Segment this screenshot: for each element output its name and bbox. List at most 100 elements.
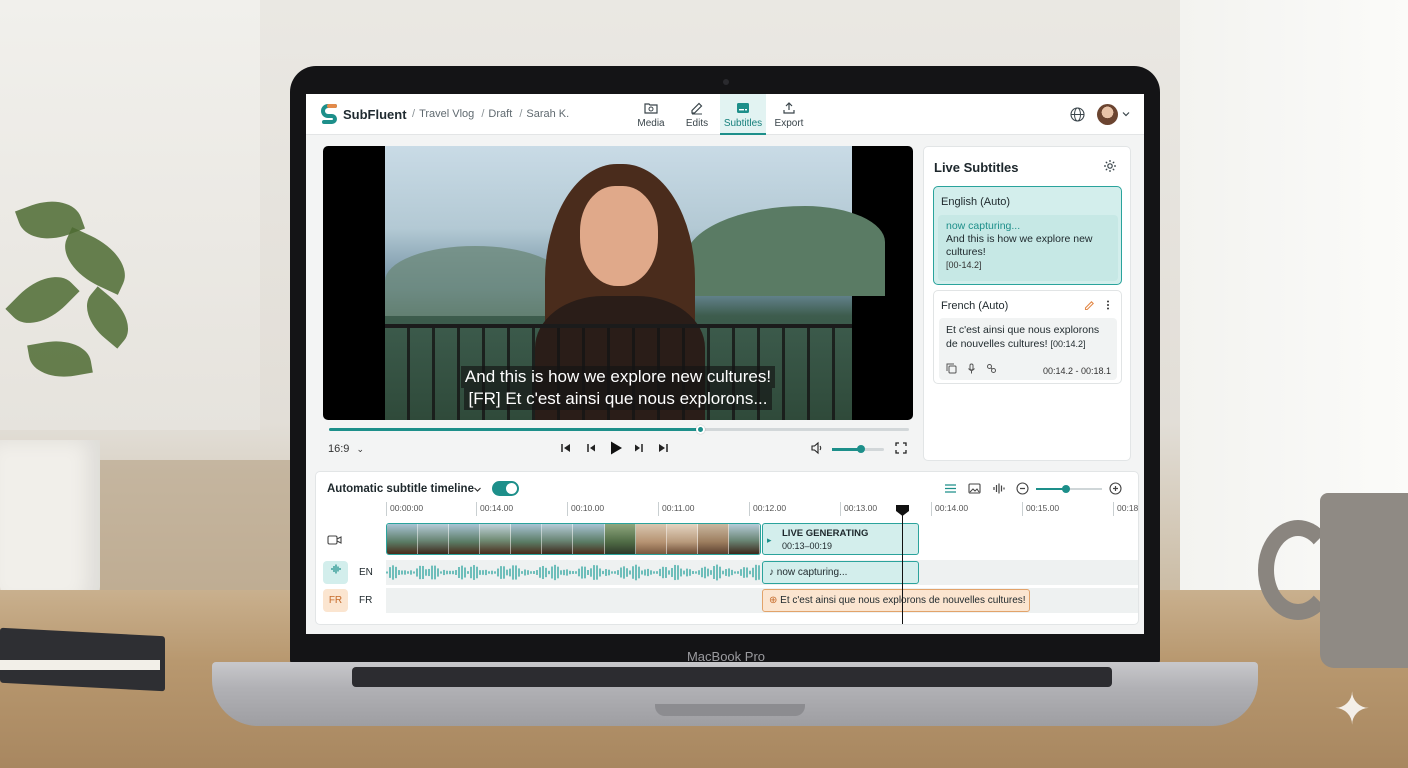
copy-icon[interactable] — [946, 363, 957, 374]
film-frame — [666, 524, 698, 554]
french-subtitle-time: [00:14.2] — [1050, 339, 1086, 349]
upload-icon — [783, 102, 795, 114]
zoom-out-icon[interactable] — [1016, 482, 1029, 495]
en-subtitle-clip[interactable]: ♪ now capturing... — [762, 561, 919, 584]
playback-progress-bar[interactable] — [329, 425, 909, 434]
english-subtitle-time: [00-14.2] — [946, 260, 982, 270]
en-subtitle-track: EN ♪ now capturing... — [316, 560, 1138, 585]
app-name[interactable]: SubFluent — [343, 107, 407, 122]
chevron-down-icon[interactable] — [1122, 110, 1130, 118]
playback-scrubber-handle[interactable] — [695, 425, 705, 434]
breadcrumb-owner[interactable]: Sarah K. — [526, 108, 569, 120]
english-subtitle-text: And this is how we explore new cultures! — [946, 233, 1093, 258]
burned-subtitles: And this is how we explore new cultures!… — [453, 366, 783, 410]
laptop-camera — [723, 79, 729, 85]
breadcrumb-project[interactable]: Travel Vlog — [419, 108, 474, 120]
aspect-ratio-select[interactable]: 16:9 ⌄ — [328, 443, 364, 455]
film-frame — [449, 524, 481, 554]
english-subtitle-card[interactable]: English (Auto) now capturing... And this… — [933, 186, 1122, 285]
subtitles-icon — [737, 103, 749, 113]
nav-subtitles-label: Subtitles — [723, 118, 763, 129]
audio-track-badge[interactable] — [323, 561, 348, 584]
volume-slider[interactable] — [832, 445, 884, 453]
playback-progress-fill — [329, 428, 701, 431]
capture-status: now capturing... — [946, 220, 1021, 232]
waveform-icon[interactable] — [992, 482, 1005, 495]
live-generating-title: LIVE GENERATING — [782, 528, 869, 539]
film-frame — [697, 524, 729, 554]
image-icon[interactable] — [968, 482, 981, 495]
nav-media[interactable]: Media — [628, 94, 674, 135]
chevron-down-icon[interactable] — [473, 485, 482, 494]
auto-subtitle-toggle[interactable] — [492, 481, 519, 496]
film-frame — [728, 524, 760, 554]
main-nav: Media Edits Subtitles Export — [628, 94, 812, 135]
english-subtitle-content: now capturing... And this is how we expl… — [938, 215, 1118, 281]
step-back-icon[interactable] — [584, 441, 598, 455]
sparkle-icon: ✦ — [1333, 685, 1371, 734]
app-screen: SubFluent / Travel Vlog / Draft / Sarah K. … — [306, 94, 1144, 634]
avatar[interactable] — [1097, 104, 1118, 125]
list-lines-icon[interactable] — [944, 482, 957, 495]
nav-subtitles[interactable]: Subtitles — [720, 94, 766, 135]
zoom-slider[interactable] — [1036, 485, 1102, 493]
ruler-tick: 00:13.00 — [840, 502, 877, 516]
video-preview[interactable]: And this is how we explore new cultures!… — [323, 146, 913, 420]
subtitle-line-fr: [FR] Et c'est ainsi que nous explorons..… — [464, 388, 772, 410]
waveform-icon — [330, 564, 341, 574]
laptop-model-label: MacBook Pro — [686, 649, 766, 664]
pencil-icon[interactable] — [1084, 300, 1095, 311]
zoom-slider-handle[interactable] — [1061, 485, 1070, 493]
film-frame — [573, 524, 605, 554]
microphone-icon[interactable] — [966, 363, 977, 374]
translate-icon: ⊕ — [769, 595, 778, 606]
film-frame — [387, 524, 419, 554]
ruler-tick: 00:00:00 — [386, 502, 423, 516]
timeline-ruler[interactable]: 00:00:00 00:14.00 00:10.00 00:11.00 00:1… — [386, 502, 1138, 518]
zoom-in-icon[interactable] — [1109, 482, 1122, 495]
video-clip-filmstrip[interactable] — [386, 523, 761, 555]
audio-waveform[interactable] — [386, 563, 761, 582]
skip-to-end-icon[interactable] — [656, 441, 670, 455]
volume-slider-handle[interactable] — [856, 445, 865, 453]
subfluent-logo-icon[interactable] — [321, 104, 339, 126]
breadcrumb-draft[interactable]: Draft — [488, 108, 512, 120]
ruler-tick: 00:14.00 — [931, 502, 968, 516]
ruler-tick: 00:12.00 — [749, 502, 786, 516]
nav-export[interactable]: Export — [766, 94, 812, 135]
gear-icon[interactable] — [1103, 159, 1117, 173]
toggle-knob — [506, 483, 517, 494]
live-generating-clip[interactable]: ▸ LIVE GENERATING 00:13–00:19 — [762, 523, 919, 555]
link-icon[interactable] — [986, 363, 997, 374]
timeline-playhead[interactable] — [902, 506, 903, 624]
video-person-face — [580, 186, 658, 286]
ruler-tick: 00:10.00 — [567, 502, 604, 516]
nav-export-label: Export — [774, 118, 804, 129]
french-subtitle-range: 00:14.2 - 00:18.1 — [1042, 366, 1111, 376]
film-frame — [542, 524, 574, 554]
volume-icon[interactable] — [810, 441, 824, 455]
film-frame — [604, 524, 636, 554]
timeline-title[interactable]: Automatic subtitle timeline — [327, 483, 474, 495]
nav-edits[interactable]: Edits — [674, 94, 720, 135]
film-frame — [480, 524, 512, 554]
folder-image-icon — [644, 103, 658, 114]
french-subtitle-card[interactable]: French (Auto) Et c'est ainsi que nous ex… — [933, 290, 1122, 384]
step-forward-icon[interactable] — [632, 441, 646, 455]
fullscreen-icon[interactable] — [894, 441, 908, 455]
play-icon[interactable] — [608, 440, 624, 456]
globe-icon[interactable] — [1070, 107, 1085, 122]
fr-subtitle-track: FR FR ⊕ Et c'est ainsi que nous exploron… — [316, 588, 1138, 613]
skip-to-start-icon[interactable] — [559, 441, 573, 455]
music-note-icon: ♪ — [769, 567, 774, 578]
background-shelf — [80, 460, 320, 600]
fr-subtitle-clip[interactable]: ⊕ Et c'est ainsi que nous explorons de n… — [762, 589, 1030, 612]
french-subtitle-content: Et c'est ainsi que nous explorons de nou… — [939, 318, 1117, 380]
fr-track-label: FR — [359, 595, 373, 606]
more-options-icon[interactable] — [1102, 299, 1114, 311]
subtitle-line-en: And this is how we explore new cultures! — [460, 366, 776, 388]
ruler-tick: 00:15.00 — [1022, 502, 1059, 516]
en-subtitle-clip-text: now capturing... — [776, 567, 848, 578]
fr-track-badge[interactable]: FR — [323, 589, 348, 612]
french-language-name: French (Auto) — [941, 300, 1009, 312]
